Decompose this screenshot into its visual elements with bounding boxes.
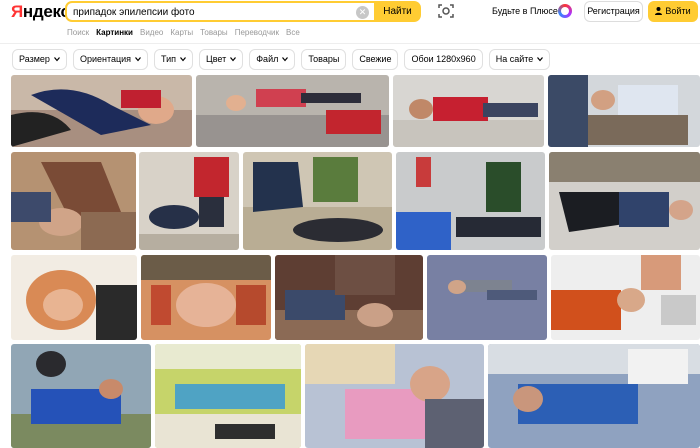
chevron-down-icon xyxy=(180,57,187,62)
filter-button[interactable]: Тип xyxy=(154,49,194,70)
plus-link[interactable]: Будьте в Плюсе xyxy=(492,6,558,16)
image-result[interactable] xyxy=(488,344,700,448)
image-result[interactable] xyxy=(243,152,392,250)
service-tabs: Поиск Картинки Видео Карты Товары Переводчик В… xyxy=(67,28,307,37)
logo-first-letter: Я xyxy=(11,2,23,21)
yandex-logo[interactable]: Яндекс xyxy=(11,2,70,22)
tab-1[interactable]: Картинки xyxy=(96,28,133,37)
image-result[interactable] xyxy=(139,152,239,250)
filter-button[interactable]: Размер xyxy=(12,49,67,70)
login-label: Войти xyxy=(665,6,691,16)
chevron-down-icon xyxy=(282,57,289,62)
filter-label: Файл xyxy=(256,54,279,64)
image-result[interactable] xyxy=(427,255,547,340)
filter-label: Размер xyxy=(19,54,50,64)
image-result[interactable] xyxy=(196,75,389,147)
image-result[interactable] xyxy=(551,255,700,340)
logo-rest: ндекс xyxy=(22,2,70,21)
filter-button[interactable]: Товары xyxy=(301,49,347,70)
filter-label: Обои 1280x960 xyxy=(411,54,476,64)
search-box: ✕ Найти xyxy=(65,1,421,22)
tab-4[interactable]: Товары xyxy=(200,28,228,37)
tab-6[interactable]: Все xyxy=(286,28,300,37)
filters-bar: Размер Ориентация Тип Цвет Файл Товары Свежие О… xyxy=(12,49,556,70)
image-result[interactable] xyxy=(305,344,484,448)
camera-search-icon[interactable] xyxy=(437,3,455,19)
filter-button[interactable]: Обои 1280x960 xyxy=(404,49,483,70)
filter-button[interactable]: Свежие xyxy=(352,49,399,70)
image-result[interactable] xyxy=(275,255,423,340)
image-result[interactable] xyxy=(549,152,700,250)
filter-label: Ориентация xyxy=(79,54,132,64)
chevron-down-icon xyxy=(53,57,60,62)
filter-label: Свежие xyxy=(359,54,392,64)
search-button[interactable]: Найти xyxy=(374,1,421,22)
filter-button[interactable]: Ориентация xyxy=(72,49,149,70)
header: Яндекс ✕ Найти Будьте в Плюсе Регистраци… xyxy=(0,0,700,44)
plus-icon[interactable] xyxy=(558,4,572,18)
filter-button[interactable]: Цвет xyxy=(199,49,244,70)
image-result[interactable] xyxy=(11,75,192,147)
image-result[interactable] xyxy=(548,75,700,147)
user-icon xyxy=(655,7,663,15)
image-results-grid xyxy=(0,75,700,448)
chevron-down-icon xyxy=(135,57,141,62)
image-result[interactable] xyxy=(11,344,151,448)
tabs-divider xyxy=(0,43,700,44)
tab-5[interactable]: Переводчик xyxy=(235,28,279,37)
image-result[interactable] xyxy=(396,152,545,250)
filter-label: Цвет xyxy=(206,54,227,64)
image-result[interactable] xyxy=(141,255,271,340)
image-result[interactable] xyxy=(11,152,136,250)
filter-button[interactable]: Файл xyxy=(249,49,296,70)
filter-label: Товары xyxy=(308,54,340,64)
filter-button[interactable]: На сайте xyxy=(488,49,551,70)
tab-0[interactable]: Поиск xyxy=(67,28,89,37)
image-result[interactable] xyxy=(155,344,301,448)
filter-label: На сайте xyxy=(495,54,534,64)
register-button[interactable]: Регистрация xyxy=(584,1,643,22)
login-button[interactable]: Войти xyxy=(648,1,698,22)
chevron-down-icon xyxy=(537,57,544,62)
filter-label: Тип xyxy=(161,54,177,64)
search-input[interactable] xyxy=(73,5,353,19)
chevron-down-icon xyxy=(230,57,237,62)
clear-icon[interactable]: ✕ xyxy=(356,6,369,19)
tab-2[interactable]: Видео xyxy=(140,28,163,37)
image-result[interactable] xyxy=(11,255,137,340)
image-result[interactable] xyxy=(393,75,544,147)
tab-3[interactable]: Карты xyxy=(170,28,193,37)
